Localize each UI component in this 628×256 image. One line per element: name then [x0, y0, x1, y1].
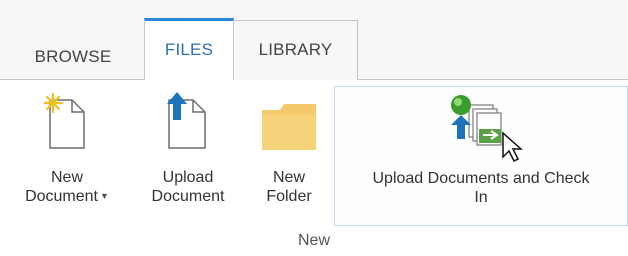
- new-document-label: New Document ▼: [25, 169, 109, 205]
- ribbon-group-label: New: [297, 232, 330, 249]
- new-document-button[interactable]: New Document ▼: [6, 88, 128, 228]
- upload-documents-checkin-button[interactable]: Upload Documents and Check In: [334, 86, 628, 226]
- tab-library[interactable]: LIBRARY: [234, 20, 358, 80]
- new-folder-button[interactable]: New Folder: [250, 88, 328, 228]
- new-document-icon: [44, 92, 85, 149]
- upload-checkin-label: Upload Documents and Check In: [372, 170, 590, 206]
- upload-document-icon: [167, 92, 206, 149]
- tab-browse[interactable]: BROWSE: [18, 34, 128, 80]
- upload-checkin-icon: [451, 95, 523, 163]
- upload-document-button[interactable]: Upload Document: [133, 88, 243, 228]
- new-folder-label: New Folder: [266, 169, 312, 205]
- chevron-down-icon[interactable]: ▼: [100, 191, 109, 201]
- tab-files[interactable]: FILES: [144, 18, 234, 80]
- folder-icon: [262, 104, 316, 150]
- upload-document-label: Upload Document: [151, 169, 225, 205]
